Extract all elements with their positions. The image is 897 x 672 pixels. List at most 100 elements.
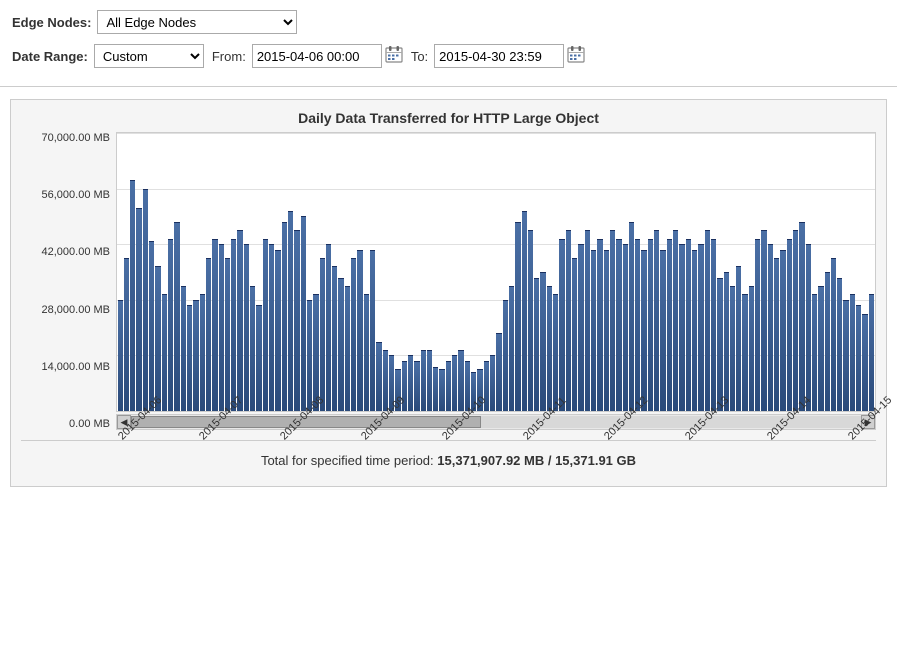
bar xyxy=(250,286,255,411)
bar xyxy=(282,222,287,411)
bar xyxy=(711,239,716,411)
bar xyxy=(629,222,634,411)
total-value: 15,371,907.92 MB / 15,371.91 GB xyxy=(437,453,636,468)
bar xyxy=(654,230,659,411)
bar xyxy=(149,241,154,411)
bar xyxy=(869,294,874,411)
bar xyxy=(301,216,306,411)
y-axis: 70,000.00 MB 56,000.00 MB 42,000.00 MB 28,0… xyxy=(21,132,116,430)
bar xyxy=(724,272,729,411)
bar xyxy=(843,300,848,411)
bar xyxy=(174,222,179,411)
bar xyxy=(351,258,356,411)
bars-area xyxy=(117,133,875,411)
bar xyxy=(547,286,552,411)
y-axis-label: 56,000.00 MB xyxy=(42,189,111,201)
bar xyxy=(376,342,381,412)
bar xyxy=(780,250,785,411)
bar xyxy=(660,250,665,411)
y-axis-label: 0.00 MB xyxy=(69,418,110,430)
bar xyxy=(414,361,419,411)
bar xyxy=(825,272,830,411)
bar xyxy=(673,230,678,411)
bar xyxy=(730,286,735,411)
bar xyxy=(490,355,495,411)
date-range-label: Date Range: xyxy=(12,49,88,64)
bar xyxy=(338,278,343,411)
bar xyxy=(275,250,280,411)
bar xyxy=(616,239,621,411)
bar xyxy=(130,180,135,411)
bar xyxy=(749,286,754,411)
bar xyxy=(496,333,501,411)
y-axis-label: 42,000.00 MB xyxy=(42,246,111,258)
bar xyxy=(345,286,350,411)
bar xyxy=(307,300,312,411)
from-label: From: xyxy=(212,49,246,64)
bar xyxy=(692,250,697,411)
bar xyxy=(799,222,804,411)
y-axis-label: 70,000.00 MB xyxy=(42,132,111,144)
bar xyxy=(421,350,426,411)
to-date-input[interactable] xyxy=(434,44,564,68)
bar xyxy=(534,278,539,411)
bar xyxy=(736,266,741,411)
bar xyxy=(850,294,855,411)
bar xyxy=(509,286,514,411)
bar xyxy=(837,278,842,411)
bar xyxy=(623,244,628,411)
bar xyxy=(263,239,268,411)
total-label: Total for specified time period: xyxy=(261,453,434,468)
bar xyxy=(793,230,798,411)
bar xyxy=(578,244,583,411)
bar xyxy=(219,244,224,411)
bar xyxy=(774,258,779,411)
bar xyxy=(717,278,722,411)
bar xyxy=(136,208,141,411)
edge-nodes-select[interactable]: All Edge Nodes xyxy=(97,10,297,34)
to-calendar-icon[interactable] xyxy=(567,45,587,65)
bar xyxy=(515,222,520,411)
from-calendar-icon[interactable] xyxy=(385,45,405,65)
bar xyxy=(256,305,261,411)
bar xyxy=(856,305,861,411)
edge-nodes-label: Edge Nodes: xyxy=(12,15,91,30)
bar xyxy=(294,230,299,411)
bar xyxy=(591,250,596,411)
bar xyxy=(742,294,747,411)
bar-chart xyxy=(116,132,876,412)
bar xyxy=(193,300,198,411)
y-axis-label: 14,000.00 MB xyxy=(42,361,111,373)
bar xyxy=(818,286,823,411)
bar xyxy=(540,272,545,411)
bar xyxy=(679,244,684,411)
bar xyxy=(761,230,766,411)
bar xyxy=(686,239,691,411)
bar xyxy=(433,367,438,411)
bar xyxy=(452,355,457,411)
bar xyxy=(458,350,463,411)
bar xyxy=(648,239,653,411)
scroll-track[interactable] xyxy=(131,416,861,428)
bar xyxy=(212,239,217,411)
bar xyxy=(698,244,703,411)
bar xyxy=(812,294,817,411)
to-label: To: xyxy=(411,49,428,64)
bar xyxy=(237,230,242,411)
from-date-input[interactable] xyxy=(252,44,382,68)
bar xyxy=(206,258,211,411)
bar xyxy=(332,266,337,411)
bar xyxy=(200,294,205,411)
bar xyxy=(806,244,811,411)
bar xyxy=(597,239,602,411)
bar xyxy=(269,244,274,411)
bar xyxy=(768,244,773,411)
bar xyxy=(168,239,173,411)
bar xyxy=(118,300,123,411)
y-axis-label: 28,000.00 MB xyxy=(42,304,111,316)
bar xyxy=(667,239,672,411)
date-range-select[interactable]: Custom Last 7 Days Last 30 Days Last 90 … xyxy=(94,44,204,68)
bar xyxy=(503,300,508,411)
bar xyxy=(187,305,192,411)
bar xyxy=(364,294,369,411)
